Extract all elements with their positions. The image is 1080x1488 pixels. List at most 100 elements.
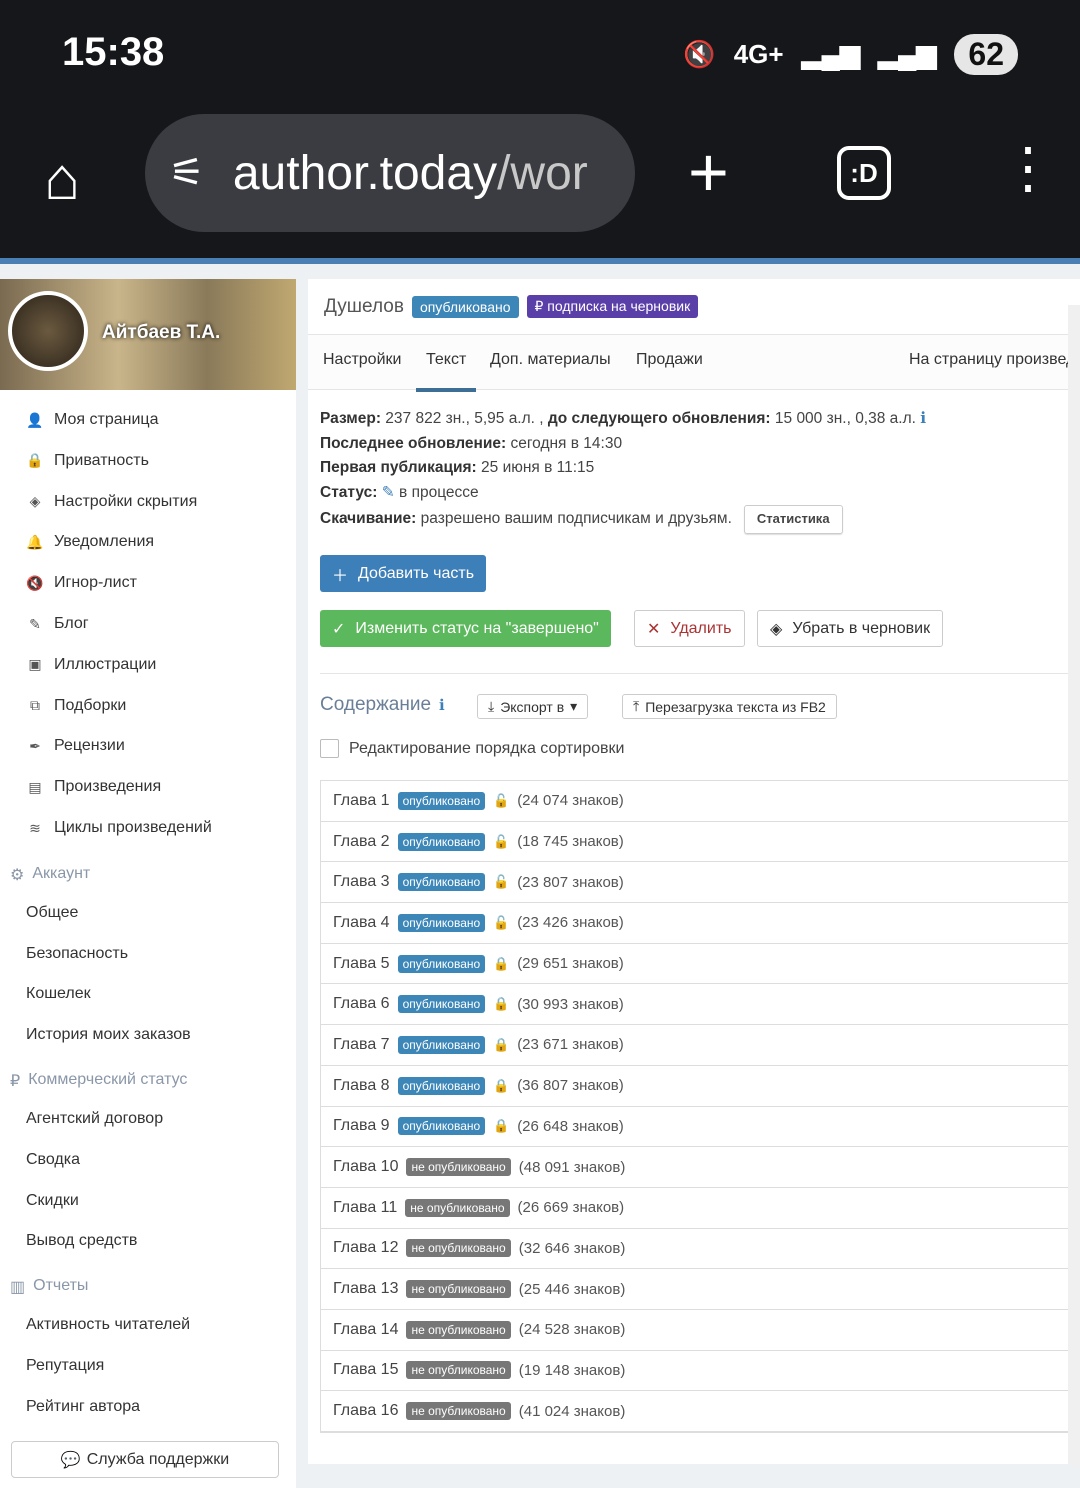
chapter-name[interactable]: Глава 5 [333,955,390,973]
close-icon: ✕ [647,620,661,638]
chapter-row[interactable]: Глава 2 опубликовано 🔓 (18 745 знаков) [321,822,1080,863]
chapter-name[interactable]: Глава 7 [333,1036,390,1054]
chapter-status-badge: опубликовано [397,791,486,810]
chapter-name[interactable]: Глава 10 [333,1158,398,1176]
chapter-char-count: (29 651 знаков) [517,955,624,973]
info-icon[interactable]: ℹ [439,696,445,714]
more-menu-icon[interactable]: ⋮ [1000,140,1056,196]
chapter-row[interactable]: Глава 14 не опубликовано (24 528 знаков) [321,1310,1080,1351]
chapter-name[interactable]: Глава 12 [333,1239,398,1257]
chapter-name[interactable]: Глава 1 [333,792,390,810]
new-tab-icon[interactable]: + [688,132,729,212]
chapter-name[interactable]: Глава 8 [333,1077,390,1095]
sidebar-item[interactable]: ✒ Рецензии [26,737,125,755]
scrollbar[interactable] [1068,305,1080,1465]
chapter-name[interactable]: Глава 6 [333,995,390,1013]
sidebar-item[interactable]: 🔇 Игнор-лист [26,574,137,592]
pencil-icon[interactable]: ✎ [382,484,395,501]
sidebar-item[interactable]: 🔒 Приватность [26,452,149,470]
sidebar-item[interactable]: Рейтинг автора [26,1398,140,1416]
sidebar-item[interactable]: ⧉ Подборки [26,697,126,715]
sidebar-item[interactable]: Сводка [26,1151,80,1169]
profile-banner[interactable]: Айтбаев Т.А. [0,279,296,390]
chapter-row[interactable]: Глава 13 не опубликовано (25 446 знаков) [321,1269,1080,1310]
export-dropdown[interactable]: ⤓ Экспорт в ▾ [477,694,589,719]
chapter-char-count: (23 671 знаков) [517,1036,624,1054]
chapter-name[interactable]: Глава 13 [333,1280,398,1298]
signal-icon: ▂▄▆ [877,39,937,69]
chapter-row[interactable]: Глава 7 опубликовано 🔒 (23 671 знаков) [321,1025,1080,1066]
sidebar-item[interactable]: 🔔 Уведомления [26,533,154,551]
to-draft-button[interactable]: ◈ Убрать в черновик [757,610,944,647]
site-settings-icon[interactable]: ⚟ [169,150,205,196]
tab-settings[interactable]: Настройки [323,351,401,369]
sidebar-item[interactable]: Репутация [26,1357,104,1375]
blog-icon: ✎ [29,615,41,632]
complete-status-button[interactable]: ✓ Изменить статус на "завершено" [320,610,611,647]
chapter-row[interactable]: Глава 12 не опубликовано (32 646 знаков) [321,1229,1080,1270]
chapter-name[interactable]: Глава 16 [333,1402,398,1420]
chapter-name[interactable]: Глава 15 [333,1361,398,1379]
statistics-button[interactable]: Статистика [743,505,843,534]
chapter-name[interactable]: Глава 3 [333,873,390,891]
chapter-row[interactable]: Глава 1 опубликовано 🔓 (24 074 знаков) [321,781,1080,822]
chapter-status-badge: опубликовано [397,1117,486,1136]
sidebar-item[interactable]: Безопасность [26,945,128,963]
chapter-row[interactable]: Глава 3 опубликовано 🔓 (23 807 знаков) [321,862,1080,904]
work-page-link[interactable]: На страницу произвед [909,351,1075,369]
chapter-name[interactable]: Глава 9 [333,1117,390,1135]
sidebar-item[interactable]: 👤 Моя страница [26,411,158,429]
reload-fb2-button[interactable]: ⤒ Перезагрузка текста из FB2 [622,694,837,719]
clock: 15:38 [62,30,165,74]
first-pub-label: Первая публикация: [320,459,477,477]
delete-button[interactable]: ✕ Удалить [634,610,745,647]
sidebar-item[interactable]: ▤ Произведения [26,778,161,796]
sidebar-item[interactable]: История моих заказов [26,1026,191,1044]
sidebar-item[interactable]: ◈ Настройки скрытия [26,493,198,511]
lock-icon: 🔒 [493,1077,510,1093]
info-icon[interactable]: ℹ [920,410,926,427]
chapter-name[interactable]: Глава 14 [333,1321,398,1339]
sidebar-item[interactable]: ▣ Иллюстрации [26,656,156,674]
sort-edit-toggle[interactable]: Редактирование порядка сортировки [320,739,624,758]
chapter-row[interactable]: Глава 4 опубликовано 🔓 (23 426 знаков) [321,903,1080,944]
sidebar-item[interactable]: Активность читателей [26,1316,190,1334]
chapter-status-badge: опубликовано [397,913,486,932]
chapter-status-badge: опубликовано [397,873,486,892]
chapter-row[interactable]: Глава 8 опубликовано 🔒 (36 807 знаков) [321,1066,1080,1107]
lock-icon: 🔒 [493,1036,510,1052]
sidebar-item[interactable]: Вывод средств [26,1232,137,1250]
chapter-row[interactable]: Глава 16 не опубликовано (41 024 знаков) [321,1391,1080,1432]
sidebar-item[interactable]: Общее [26,904,78,922]
sidebar-item[interactable]: Кошелек [26,985,91,1003]
add-part-button[interactable]: ＋ Добавить часть [320,555,487,592]
sidebar-item[interactable]: Скидки [26,1192,79,1210]
chapter-row[interactable]: Глава 15 не опубликовано (19 148 знаков) [321,1351,1080,1392]
chapter-char-count: (23 426 знаков) [517,914,624,932]
avatar[interactable] [8,291,88,371]
chapter-name[interactable]: Глава 4 [333,914,390,932]
support-button[interactable]: 💬 Служба поддержки [11,1441,279,1478]
network-type: 4G+ [733,39,784,69]
home-icon[interactable]: ⌂ [44,144,80,213]
chapter-row[interactable]: Глава 9 опубликовано 🔒 (26 648 знаков) [321,1107,1080,1148]
divider [0,258,1080,264]
tabs-icon[interactable]: :D [837,146,891,200]
chapter-row[interactable]: Глава 6 опубликовано 🔒 (30 993 знаков) [321,984,1080,1026]
chapter-row[interactable]: Глава 11 не опубликовано (26 669 знаков) [321,1188,1080,1229]
chapter-name[interactable]: Глава 2 [333,833,390,851]
sort-checkbox[interactable] [320,739,339,758]
tab-extra-materials[interactable]: Доп. материалы [490,351,611,369]
sidebar-item[interactable]: Агентский договор [26,1110,163,1128]
user-name[interactable]: Айтбаев Т.А. [102,322,220,344]
address-bar[interactable]: ⚟ author.today/wor [145,114,635,232]
chapter-row[interactable]: Глава 10 не опубликовано (48 091 знаков) [321,1147,1080,1188]
sidebar-item-label: Уведомления [54,533,155,551]
sidebar-item[interactable]: ✎ Блог [26,615,88,633]
tab-text[interactable]: Текст [415,351,477,392]
tab-sales[interactable]: Продажи [636,351,703,369]
chapter-name[interactable]: Глава 11 [333,1199,397,1217]
check-icon: ✓ [332,620,346,638]
chapter-row[interactable]: Глава 5 опубликовано 🔒 (29 651 знаков) [321,944,1080,985]
sidebar-item[interactable]: ≋ Циклы произведений [26,819,212,837]
